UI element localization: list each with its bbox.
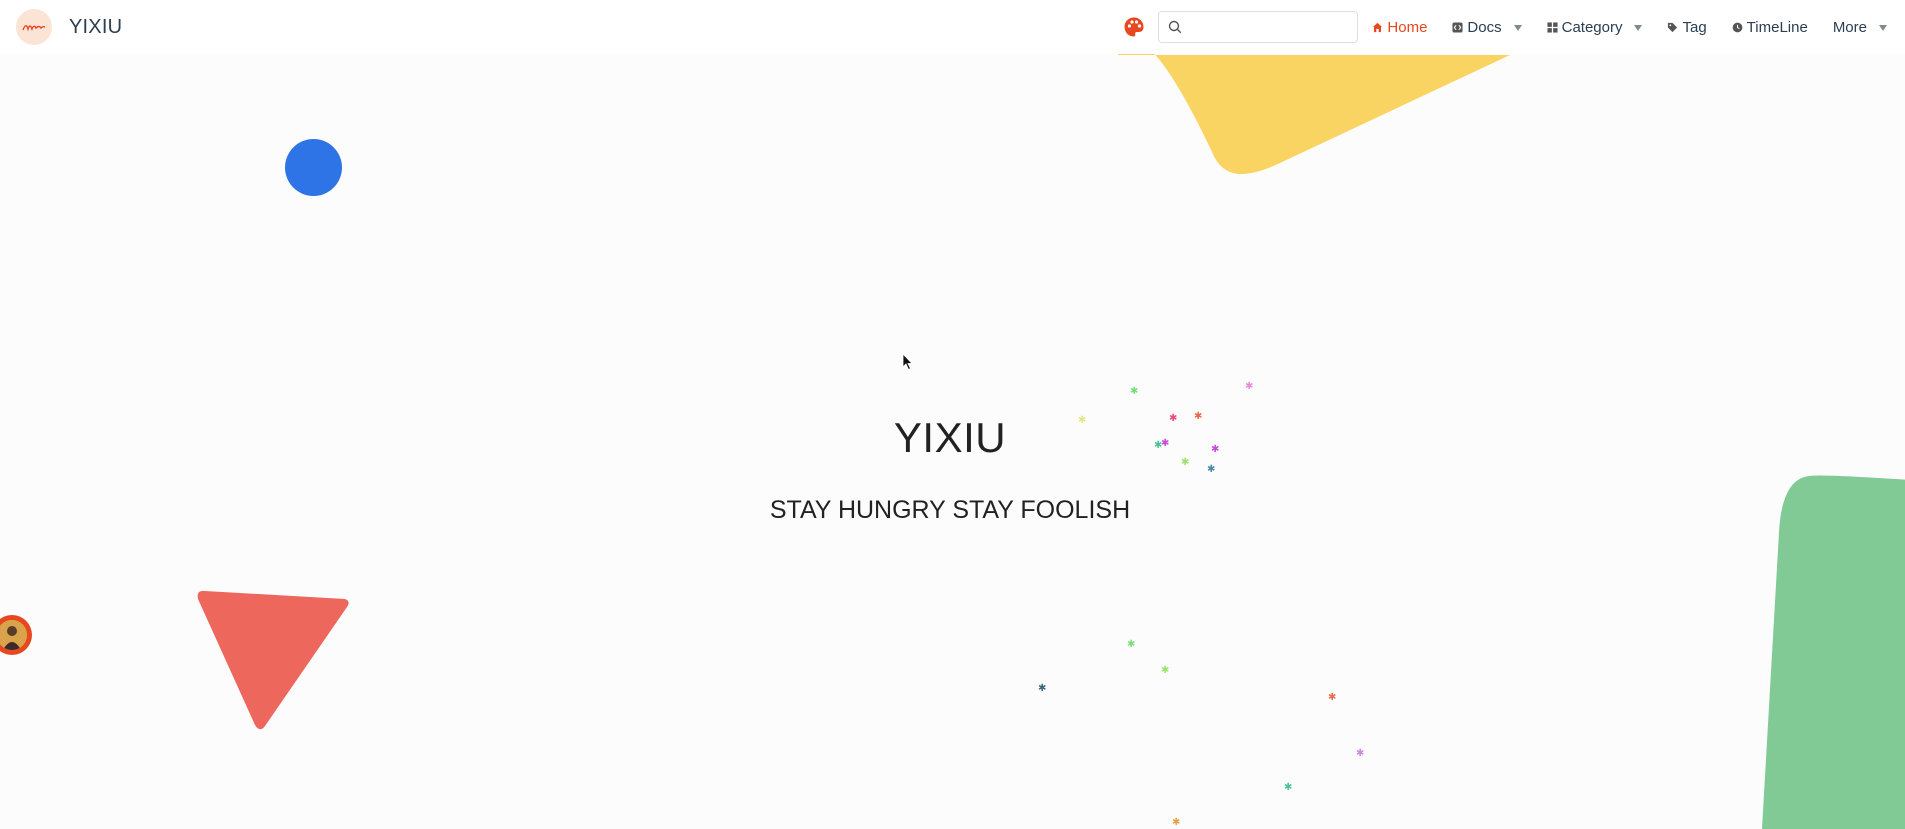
- sparkle-icon: ✱: [1328, 692, 1337, 703]
- code-icon: [1452, 21, 1463, 33]
- chevron-down-icon: [1513, 25, 1522, 31]
- sparkle-icon: ✱: [1161, 665, 1170, 676]
- home-icon: [1373, 22, 1383, 32]
- site-title: YIXIU: [69, 15, 123, 38]
- nav-category[interactable]: Category: [1547, 19, 1643, 36]
- red-triangle-shape: [197, 590, 349, 730]
- sparkle-icon: ✱: [1130, 386, 1139, 397]
- palette-icon[interactable]: [1123, 16, 1145, 38]
- page: ✱ ✱ ✱ ✱ ✱ ✱ ✱ ✱ ✱ ✱ ✱ ✱ ✱ ✱ ✱ ✱ ✱ YIXIU: [0, 0, 1905, 829]
- sparkle-icon: ✱: [1127, 639, 1136, 650]
- nav-docs[interactable]: Docs: [1452, 18, 1522, 36]
- site-brand-link[interactable]: YIXIU: [16, 9, 122, 45]
- hero-title: YIXIU: [893, 414, 1007, 461]
- grid-icon: [1547, 21, 1558, 33]
- nav-more-label: More: [1832, 18, 1867, 36]
- sparkle-icon: ✱: [1207, 464, 1216, 475]
- tag-icon: [1668, 22, 1678, 32]
- nav-more[interactable]: More: [1833, 19, 1887, 36]
- search-box: [1158, 11, 1359, 44]
- nav-category-label: Category: [1561, 18, 1623, 36]
- nav-menu: Home Docs Category Tag TimeLine More: [1123, 0, 1905, 54]
- avatar: [0, 620, 27, 650]
- nav-tag[interactable]: Tag: [1667, 18, 1707, 36]
- search-icon: [1169, 20, 1182, 34]
- nav-tag-label: Tag: [1682, 18, 1707, 36]
- blue-circle-shape: [285, 139, 342, 196]
- yellow-shape: [1118, 40, 1510, 175]
- nav-timeline-label: TimeLine: [1746, 18, 1808, 36]
- sparkle-icon: ✱: [1284, 782, 1293, 793]
- site-logo: [16, 9, 52, 45]
- chevron-down-icon: [1879, 25, 1887, 31]
- chevron-down-icon: [1634, 25, 1643, 31]
- hero-tagline: STAY HUNGRY STAY FOOLISH: [769, 496, 1131, 524]
- search-input[interactable]: [1189, 12, 1354, 44]
- nav-home[interactable]: Home: [1372, 19, 1427, 36]
- nav-timeline[interactable]: TimeLine: [1732, 19, 1808, 36]
- floating-avatar-button[interactable]: [0, 615, 32, 655]
- sparkle-icon: ✱: [1172, 817, 1181, 828]
- navbar: YIXIU Home Docs Category Tag TimeLine Mo…: [0, 0, 1905, 54]
- sparkle-icon: ✱: [1245, 381, 1254, 392]
- nav-home-label: Home: [1387, 18, 1428, 36]
- sparkle-icon: ✱: [1356, 748, 1365, 759]
- nav-docs-label: Docs: [1467, 18, 1502, 36]
- mouse-cursor-icon: [902, 353, 913, 371]
- sparkle-icon: ✱: [1038, 683, 1047, 694]
- clock-icon: [1732, 22, 1743, 32]
